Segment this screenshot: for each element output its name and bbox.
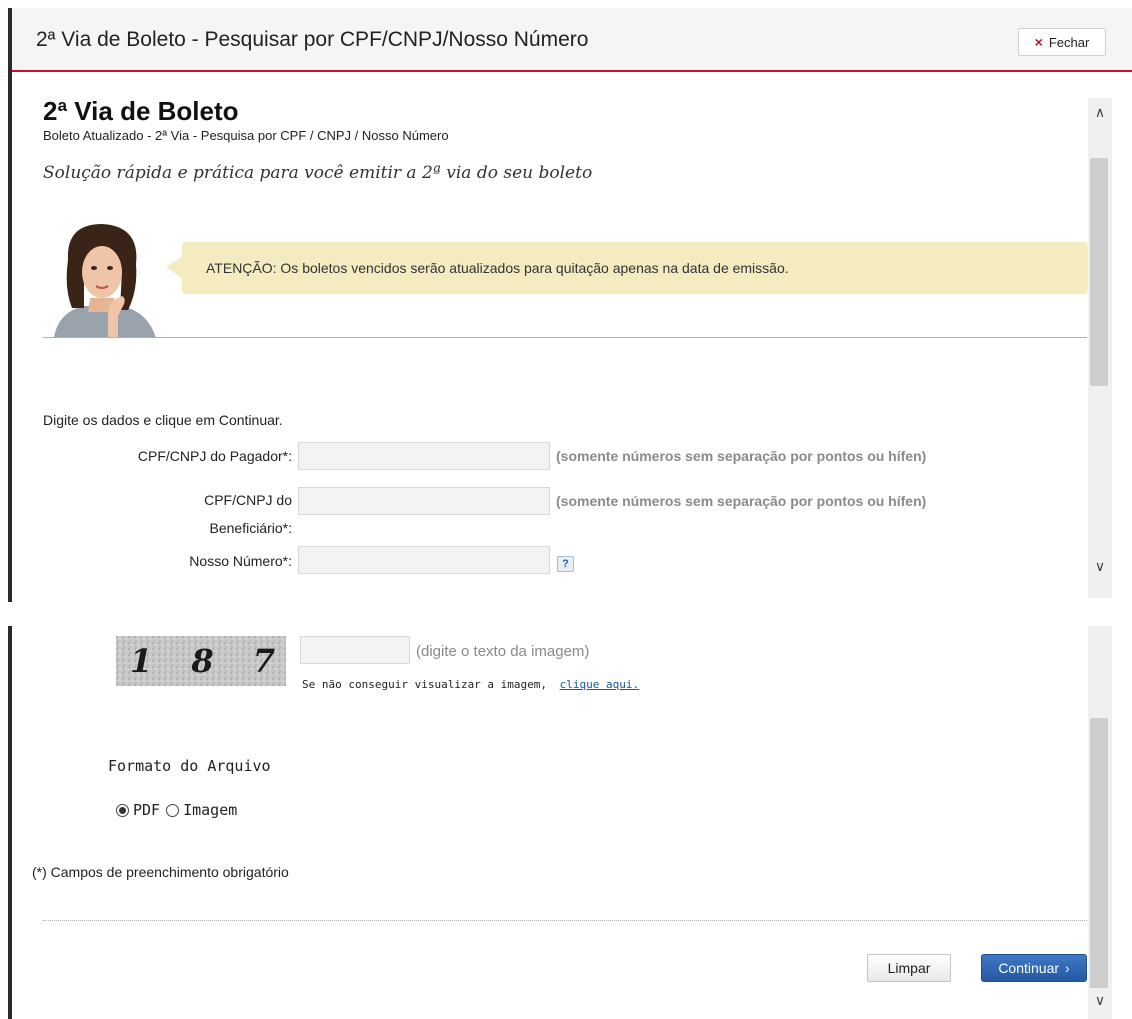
attention-alert-text: ATENÇÃO: Os boletos vencidos serão atual… bbox=[206, 260, 789, 276]
dialog-bottom-section: 1 8 7 2 (digite o texto da imagem) Se nã… bbox=[8, 626, 1132, 1019]
captcha-fallback: Se não conseguir visualizar a imagem, cl… bbox=[302, 678, 639, 691]
chevron-right-icon: › bbox=[1065, 960, 1070, 976]
scroll-down-icon[interactable]: ∨ bbox=[1092, 558, 1108, 575]
page-title: 2ª Via de Boleto bbox=[43, 96, 239, 126]
dialog-top-section: 2ª Via de Boleto - Pesquisar por CPF/CNP… bbox=[8, 8, 1132, 602]
scroll-down-icon-lower[interactable]: ∨ bbox=[1092, 992, 1108, 1009]
dialog-titlebar: 2ª Via de Boleto - Pesquisar por CPF/CNP… bbox=[12, 8, 1132, 72]
dialog-title: 2ª Via de Boleto - Pesquisar por CPF/CNP… bbox=[36, 28, 589, 51]
payer-cpf-hint: (somente números sem separação por ponto… bbox=[556, 448, 927, 464]
scroll-up-icon[interactable]: ∧ bbox=[1092, 104, 1108, 121]
radio-image[interactable] bbox=[166, 803, 180, 817]
captcha-hint: (digite o texto da imagem) bbox=[416, 643, 590, 660]
continue-button[interactable]: Continuar › bbox=[981, 954, 1087, 982]
clear-button[interactable]: Limpar bbox=[867, 954, 951, 982]
radio-pdf[interactable] bbox=[116, 803, 129, 817]
captcha-image: 1 8 7 2 bbox=[116, 636, 286, 686]
footer-divider bbox=[43, 920, 1087, 921]
radio-pdf-label[interactable]: PDF bbox=[133, 801, 160, 819]
assistant-woman-illustration bbox=[44, 220, 162, 338]
file-format-title: Formato do Arquivo bbox=[108, 757, 271, 775]
our-number-label: Nosso Número*: bbox=[189, 553, 292, 569]
vertical-scrollbar-lower[interactable]: ∨ bbox=[1088, 626, 1112, 1019]
attention-alert: ATENÇÃO: Os boletos vencidos serão atual… bbox=[166, 242, 1088, 294]
captcha-input[interactable] bbox=[300, 636, 410, 664]
scrollbar-thumb-lower[interactable] bbox=[1090, 718, 1108, 988]
beneficiary-cpf-label-line2: Beneficiário*: bbox=[209, 520, 293, 536]
form-instructions: Digite os dados e clique em Continuar. bbox=[43, 412, 283, 428]
close-icon: × bbox=[1034, 34, 1043, 50]
captcha-reload-link[interactable]: clique aqui. bbox=[560, 678, 639, 691]
close-button[interactable]: × Fechar bbox=[1018, 28, 1106, 56]
beneficiary-cpf-input[interactable] bbox=[298, 487, 550, 515]
beneficiary-cpf-label-line1: CPF/CNPJ do bbox=[204, 492, 292, 508]
captcha-text: 1 8 7 2 bbox=[130, 642, 286, 680]
vertical-scrollbar[interactable]: ∧ ∨ bbox=[1088, 98, 1112, 598]
continue-button-label: Continuar bbox=[998, 960, 1060, 976]
section-divider bbox=[43, 337, 1087, 338]
page-slogan: Solução rápida e prática para você emiti… bbox=[43, 163, 593, 183]
file-format-options: PDF Imagem bbox=[116, 801, 243, 819]
captcha-fallback-text: Se não conseguir visualizar a imagem, bbox=[302, 678, 548, 691]
help-icon[interactable]: ? bbox=[557, 556, 574, 572]
scrollbar-thumb[interactable] bbox=[1090, 158, 1108, 386]
page-subtitle: Boleto Atualizado - 2ª Via - Pesquisa po… bbox=[43, 128, 449, 143]
clear-button-label: Limpar bbox=[887, 960, 931, 976]
our-number-input[interactable] bbox=[298, 546, 550, 574]
radio-image-label[interactable]: Imagem bbox=[183, 801, 237, 819]
payer-cpf-input[interactable] bbox=[298, 442, 550, 470]
beneficiary-cpf-hint: (somente números sem separação por ponto… bbox=[556, 493, 927, 509]
required-fields-note: (*) Campos de preenchimento obrigatório bbox=[32, 864, 289, 880]
close-button-label: Fechar bbox=[1048, 34, 1090, 50]
payer-cpf-label: CPF/CNPJ do Pagador*: bbox=[137, 448, 292, 464]
